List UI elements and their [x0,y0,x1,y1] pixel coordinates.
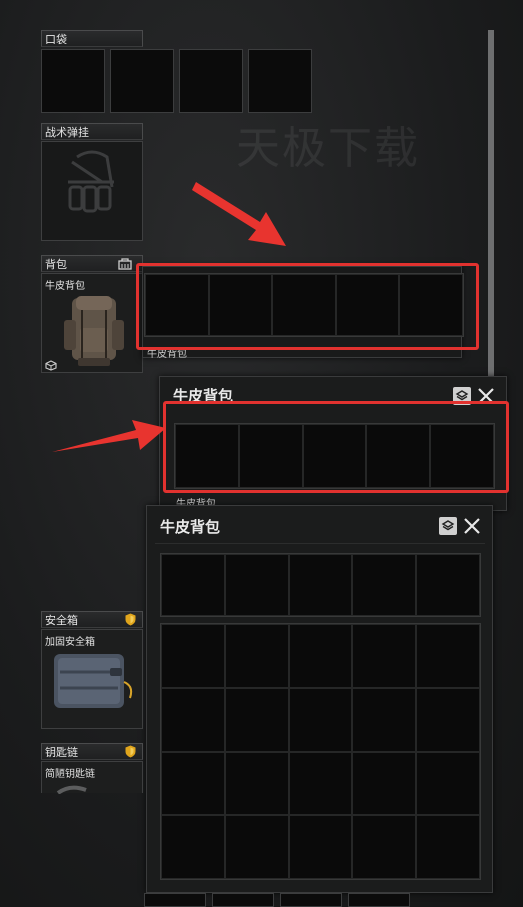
grid-cell[interactable] [224,554,289,616]
grid-cell[interactable] [288,554,353,616]
pocket-slot[interactable] [110,49,174,113]
grid-cell[interactable] [416,687,480,752]
pocket-slot[interactable] [248,49,312,113]
pocket-slot[interactable] [179,49,243,113]
grid-cell[interactable] [352,554,417,616]
grid-cell[interactable] [161,815,225,879]
close-icon[interactable] [462,516,482,536]
grid-cell[interactable] [161,624,225,688]
backpack-window-3-main-grid [160,623,481,880]
grid-cell[interactable] [288,751,353,816]
tactical-rig-slot[interactable] [41,141,143,241]
grid-cell[interactable] [416,751,480,816]
pockets-header: 口袋 [41,30,143,47]
grid-cell[interactable] [224,815,289,879]
backpack-window-3: 牛皮背包 [146,505,493,893]
grid-cell[interactable] [352,687,417,752]
bottom-slot[interactable] [212,893,274,907]
backpack-slot[interactable]: 牛皮背包 [41,273,143,373]
grid-cell[interactable] [224,751,289,816]
keychain-slot[interactable]: 简陋钥匙链 [41,761,143,794]
arrow-icon [52,420,166,452]
secure-container-item-image [54,654,133,708]
window-divider [155,543,485,544]
grid-cell[interactable] [416,554,480,616]
scrollbar[interactable] [488,30,494,380]
secure-container-slot[interactable]: 加固安全箱 [41,629,143,729]
backpack-icon[interactable] [118,258,132,270]
highlight-box-1 [136,263,479,350]
arrow-icon [192,182,286,246]
grid-cell[interactable] [161,751,225,816]
cube-icon [45,360,57,371]
secure-container-item-name: 加固安全箱 [45,637,95,648]
grid-cell[interactable] [288,687,353,752]
grid-cell[interactable] [352,815,417,879]
watermark-text: 天极下载 [236,123,420,174]
keychain-item-image [56,785,87,794]
backpack-item-image [64,296,124,366]
secure-container-label: 安全箱 [45,614,78,627]
tactical-rig-silhouette-icon [68,150,114,213]
pockets-label: 口袋 [45,33,67,46]
highlight-box-2 [163,401,509,493]
backpack-window-3-top-grid [160,553,481,617]
backpack-label: 背包 [45,258,67,271]
bottom-slot[interactable] [280,893,342,907]
grid-cell[interactable] [352,751,417,816]
grid-cell[interactable] [352,624,417,688]
grid-cell[interactable] [161,687,225,752]
bottom-slot[interactable] [348,893,410,907]
shield-icon [125,745,136,758]
tactical-rig-header: 战术弹挂 [41,123,143,140]
shield-icon [125,613,136,626]
keychain-label: 钥匙链 [45,746,78,759]
backpack-window-3-title: 牛皮背包 [160,518,221,536]
grid-cell[interactable] [224,624,289,688]
grid-cell[interactable] [161,554,225,616]
grid-cell[interactable] [288,624,353,688]
keychain-item-name: 简陋钥匙链 [45,769,95,780]
tactical-rig-label: 战术弹挂 [45,126,89,139]
layers-icon[interactable] [439,517,457,535]
pocket-slot[interactable] [41,49,105,113]
grid-cell[interactable] [416,624,480,688]
bottom-slot[interactable] [144,893,206,907]
grid-cell[interactable] [416,815,480,879]
grid-cell[interactable] [224,687,289,752]
grid-cell[interactable] [288,815,353,879]
